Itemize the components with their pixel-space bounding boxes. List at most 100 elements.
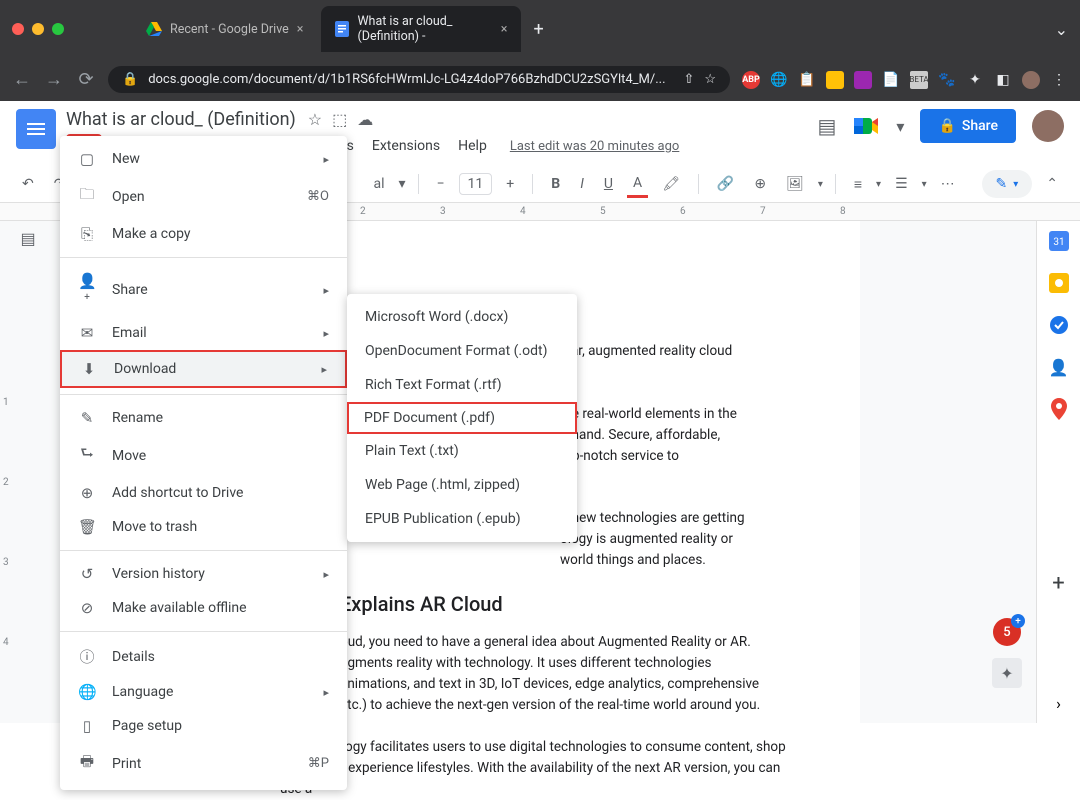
last-edit-info[interactable]: Last edit was 20 minutes ago	[510, 139, 680, 154]
docs-logo[interactable]	[16, 109, 56, 149]
profile-icon[interactable]	[1022, 71, 1040, 89]
font-size-input[interactable]: 11	[468, 176, 484, 192]
menu-pagesetup[interactable]: ▯Page setup	[60, 709, 347, 743]
comment-history-icon[interactable]: ▤	[818, 114, 837, 138]
add-icon[interactable]: +	[1047, 571, 1071, 595]
ext-icon-1[interactable]: 🌐	[770, 71, 788, 89]
window-close[interactable]	[12, 23, 24, 35]
share-icon[interactable]: ⇧	[683, 72, 694, 87]
more-icon[interactable]: ⋮	[1050, 71, 1068, 89]
chevron-right-icon: ▸	[323, 153, 329, 166]
zoom-select[interactable]: al	[367, 172, 390, 196]
ext-icon-5[interactable]: 📄	[882, 71, 900, 89]
close-icon[interactable]: ×	[297, 22, 304, 37]
menu-extensions[interactable]: Extensions	[365, 134, 447, 158]
chevron-down-icon[interactable]: ⌄	[1055, 20, 1068, 39]
abp-icon[interactable]: ABP	[742, 71, 760, 89]
menu-new[interactable]: ▢New▸	[60, 142, 347, 176]
ext-beta-icon[interactable]: BETA	[910, 71, 928, 89]
submenu-rtf[interactable]: Rich Text Format (.rtf)	[347, 368, 577, 402]
new-tab-button[interactable]: +	[525, 19, 551, 40]
ext-icon-2[interactable]: 📋	[798, 71, 816, 89]
user-avatar[interactable]	[1032, 110, 1064, 142]
window-minimize[interactable]	[32, 23, 44, 35]
highlight-button[interactable]: 🖍	[656, 172, 686, 196]
menu-shortcut[interactable]: ⊕Add shortcut to Drive	[60, 476, 347, 510]
menu-open[interactable]: 🗀Open⌘O	[60, 176, 347, 217]
ext-icon-3[interactable]	[826, 71, 844, 89]
menu-version[interactable]: ↺Version history▸	[60, 557, 347, 591]
menu-share[interactable]: 👤⁺Share▸	[60, 264, 347, 316]
window-maximize[interactable]	[52, 23, 64, 35]
person-add-icon: 👤⁺	[78, 272, 96, 308]
submenu-epub[interactable]: EPUB Publication (.epub)	[347, 502, 577, 536]
outline-icon[interactable]: ▤	[20, 229, 35, 248]
body-text: oud, you need to have a general idea abo…	[340, 632, 800, 653]
text-color-button[interactable]: A	[627, 171, 648, 198]
link-button[interactable]: 🔗	[711, 172, 740, 196]
extensions-icon[interactable]: ✦	[966, 71, 984, 89]
reload-button[interactable]: ⟳	[76, 69, 96, 90]
meet-icon[interactable]	[852, 112, 880, 140]
dropdown-icon[interactable]: ▾	[876, 179, 881, 190]
comment-button[interactable]: ⊕	[748, 172, 772, 196]
meet-dropdown-icon[interactable]: ▾	[896, 117, 904, 136]
submenu-pdf[interactable]: PDF Document (.pdf)	[347, 402, 577, 434]
cloud-icon[interactable]: ☁	[357, 110, 373, 129]
ext-icon-6[interactable]: 🐾	[938, 71, 956, 89]
menu-rename[interactable]: ✎Rename	[60, 401, 347, 435]
forward-button[interactable]: →	[44, 69, 64, 90]
explore-button[interactable]: ✦	[992, 658, 1022, 688]
calendar-icon[interactable]: 31	[1047, 229, 1071, 253]
menu-details[interactable]: ⓘDetails	[60, 638, 347, 675]
menu-help[interactable]: Help	[451, 134, 494, 158]
dropdown-icon[interactable]: ▾	[818, 179, 823, 190]
edit-mode-button[interactable]: ✎ ▾	[982, 170, 1033, 198]
menu-trash[interactable]: 🗑Move to trash	[60, 510, 347, 544]
undo-button[interactable]: ↶	[16, 172, 40, 196]
submenu-docx[interactable]: Microsoft Word (.docx)	[347, 300, 577, 334]
menu-move[interactable]: ⮑Move	[60, 435, 347, 476]
bold-button[interactable]: B	[545, 172, 566, 196]
bookmark-icon[interactable]: ☆	[704, 72, 716, 87]
trash-icon: 🗑	[78, 518, 96, 536]
menu-offline[interactable]: ⊘Make available offline	[60, 591, 347, 625]
menu-email[interactable]: ✉Email▸	[60, 316, 347, 350]
notification-badge[interactable]: 5	[993, 618, 1021, 646]
menu-copy[interactable]: ⎘Make a copy	[60, 217, 347, 251]
align-button[interactable]: ≡	[848, 172, 868, 197]
collapse-button[interactable]: ⌃	[1040, 172, 1064, 196]
address-bar[interactable]: 🔒 docs.google.com/document/d/1b1RS6fcHWr…	[108, 66, 730, 93]
dropdown-icon[interactable]: ▾	[922, 179, 927, 190]
italic-button[interactable]: I	[574, 172, 590, 196]
panel-icon[interactable]: ◧	[994, 71, 1012, 89]
font-decrease[interactable]: −	[431, 172, 451, 196]
share-button[interactable]: 🔒 Share	[920, 109, 1016, 143]
close-icon[interactable]: ×	[501, 22, 508, 37]
tab-docs[interactable]: What is ar cloud_ (Definition) - ×	[321, 6, 521, 52]
menu-language[interactable]: 🌐Language▸	[60, 675, 347, 709]
underline-button[interactable]: U	[598, 172, 619, 196]
back-button[interactable]: ←	[12, 69, 32, 90]
keep-icon[interactable]	[1047, 271, 1071, 295]
star-icon[interactable]: ☆	[308, 110, 322, 129]
menu-print[interactable]: 🖶Print⌘P	[60, 743, 347, 784]
contacts-icon[interactable]: 👤	[1047, 355, 1071, 379]
more-button[interactable]: ⋯	[935, 172, 961, 196]
move-icon: ⮑	[78, 443, 96, 468]
line-spacing-button[interactable]: ☰	[889, 172, 914, 196]
menu-download[interactable]: ⬇Download▸	[60, 350, 347, 388]
ext-icon-4[interactable]	[854, 71, 872, 89]
tasks-icon[interactable]	[1047, 313, 1071, 337]
submenu-txt[interactable]: Plain Text (.txt)	[347, 434, 577, 468]
dropdown-icon[interactable]: ▾	[399, 176, 406, 192]
document-title[interactable]: What is ar cloud_ (Definition)	[66, 109, 296, 130]
submenu-odt[interactable]: OpenDocument Format (.odt)	[347, 334, 577, 368]
maps-icon[interactable]	[1047, 397, 1071, 421]
submenu-html[interactable]: Web Page (.html, zipped)	[347, 468, 577, 502]
move-icon[interactable]: ⬚	[332, 110, 347, 129]
font-increase[interactable]: +	[500, 172, 520, 196]
tab-drive[interactable]: Recent - Google Drive ×	[132, 13, 317, 45]
collapse-panel-icon[interactable]: ›	[1047, 691, 1071, 715]
image-button[interactable]: 🖼	[780, 172, 810, 196]
